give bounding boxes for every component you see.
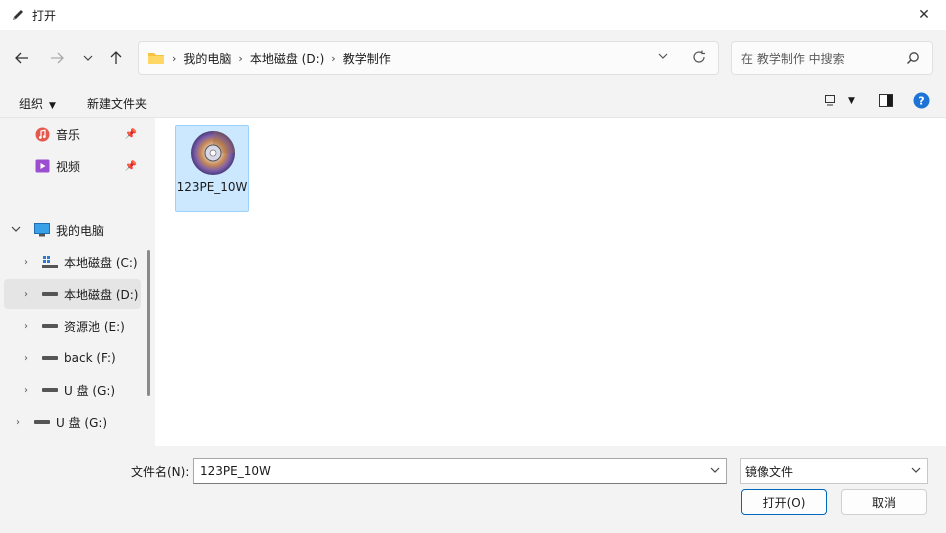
view-options-button[interactable]	[824, 94, 836, 109]
caret-down-icon[interactable]: ▼	[848, 96, 855, 106]
windows-drive-icon	[42, 255, 58, 269]
refresh-icon[interactable]	[692, 50, 706, 67]
pin-icon: 📌	[124, 128, 137, 140]
search-icon[interactable]	[906, 51, 920, 68]
chevron-right-icon[interactable]: ›	[20, 321, 32, 332]
disc-image-icon	[189, 129, 237, 177]
filename-label: 文件名(N):	[131, 465, 190, 479]
organize-label: 组织	[19, 97, 44, 111]
sidebar-item-label: 音乐	[56, 127, 81, 142]
sidebar-item-drive-c[interactable]: › 本地磁盘 (C:)	[4, 247, 141, 277]
file-item[interactable]: 123PE_10W	[175, 125, 249, 212]
chevron-right-icon[interactable]: ›	[238, 52, 242, 65]
chevron-right-icon[interactable]: ›	[331, 52, 335, 65]
filetype-value: 镜像文件	[745, 464, 794, 479]
sidebar-item-drive-e[interactable]: › 资源池 (E:)	[4, 311, 141, 341]
usb-drive-icon	[34, 415, 50, 429]
help-icon[interactable]: ?	[913, 92, 930, 112]
breadcrumb-item[interactable]: 我的电脑	[183, 50, 231, 67]
chevron-down-icon[interactable]	[658, 51, 668, 64]
open-button[interactable]: 打开(O)	[741, 489, 827, 515]
pen-icon	[10, 7, 26, 23]
filename-field[interactable]: 123PE_10W	[193, 458, 727, 484]
sidebar-item-label: 本地磁盘 (D:)	[64, 287, 139, 302]
sidebar-item-drive-f[interactable]: › back (F:)	[4, 343, 141, 373]
chevron-down-icon[interactable]	[710, 465, 720, 478]
chevron-right-icon[interactable]: ›	[20, 257, 32, 268]
sidebar-item-this-pc[interactable]: 我的电脑	[4, 215, 141, 245]
drive-icon	[42, 351, 58, 365]
drive-icon	[42, 319, 58, 333]
chevron-right-icon: ›	[172, 51, 177, 65]
address-bar[interactable]: › 我的电脑 › 本地磁盘 (D:) › 教学制作	[138, 41, 719, 75]
pin-icon: 📌	[124, 160, 137, 172]
computer-icon	[34, 223, 50, 237]
chevron-right-icon[interactable]: ›	[12, 417, 24, 428]
recent-locations-icon[interactable]	[77, 47, 99, 69]
chevron-down-icon[interactable]	[911, 465, 921, 478]
sidebar-item-label: U 盘 (G:)	[56, 415, 108, 430]
breadcrumb-item[interactable]: 教学制作	[343, 50, 391, 67]
caret-down-icon: ▼	[49, 101, 56, 111]
organize-button[interactable]: 组织 ▼	[19, 95, 56, 112]
sidebar-item-label: back (F:)	[64, 351, 116, 365]
search-input[interactable]: 在 教学制作 中搜索	[741, 50, 845, 67]
file-list: 123PE_10W	[155, 118, 946, 446]
filetype-select[interactable]: 镜像文件	[740, 458, 928, 484]
title-bar: 打开 ✕	[0, 0, 946, 30]
file-name: 123PE_10W	[176, 180, 248, 194]
chevron-down-icon[interactable]	[10, 224, 22, 237]
new-folder-button[interactable]: 新建文件夹	[87, 95, 147, 112]
navigation-bar: › 我的电脑 › 本地磁盘 (D:) › 教学制作 在 教学制作 中搜索	[0, 30, 946, 86]
usb-drive-icon	[42, 383, 58, 397]
chevron-right-icon[interactable]: ›	[20, 353, 32, 364]
window-title: 打开	[32, 8, 57, 23]
sidebar-item-drive-g[interactable]: › U 盘 (G:)	[4, 375, 141, 405]
breadcrumb-item[interactable]: 本地磁盘 (D:)	[250, 50, 324, 67]
footer: 文件名(N): 123PE_10W 镜像文件 打开(O) 取消	[0, 446, 946, 533]
sidebar-item-label: 视频	[56, 159, 81, 174]
chevron-right-icon[interactable]: ›	[20, 385, 32, 396]
cancel-button[interactable]: 取消	[841, 489, 927, 515]
sidebar-item-video[interactable]: 视频 📌	[4, 151, 141, 181]
video-icon	[34, 159, 50, 173]
folder-icon	[147, 51, 165, 65]
sidebar-item-music[interactable]: 音乐 📌	[4, 119, 141, 149]
command-bar: 组织 ▼ 新建文件夹 ▼ ?	[0, 86, 946, 118]
sidebar-item-drive-d[interactable]: › 本地磁盘 (D:)	[4, 279, 141, 309]
up-icon[interactable]	[105, 47, 127, 69]
music-icon	[34, 127, 50, 141]
chevron-right-icon[interactable]: ›	[20, 289, 32, 300]
sidebar-item-usb-g[interactable]: › U 盘 (G:)	[4, 407, 141, 437]
navigation-pane: 音乐 📌 视频 📌 我的电脑 › 本地磁盘 (C:) › 本地磁盘 (D:) ›	[0, 118, 143, 446]
svg-text:?: ?	[918, 95, 924, 108]
sidebar-item-label: 本地磁盘 (C:)	[64, 255, 138, 270]
filename-value: 123PE_10W	[200, 464, 271, 478]
forward-icon[interactable]	[46, 47, 68, 69]
close-icon[interactable]: ✕	[910, 4, 938, 26]
preview-pane-icon[interactable]	[879, 94, 893, 110]
sidebar-item-label: U 盘 (G:)	[64, 383, 116, 398]
back-icon[interactable]	[11, 47, 33, 69]
search-box[interactable]: 在 教学制作 中搜索	[731, 41, 933, 75]
drive-icon	[42, 287, 58, 301]
sidebar-item-label: 我的电脑	[56, 223, 105, 238]
sidebar-item-label: 资源池 (E:)	[64, 319, 125, 334]
sidebar-scrollbar[interactable]	[147, 250, 150, 396]
